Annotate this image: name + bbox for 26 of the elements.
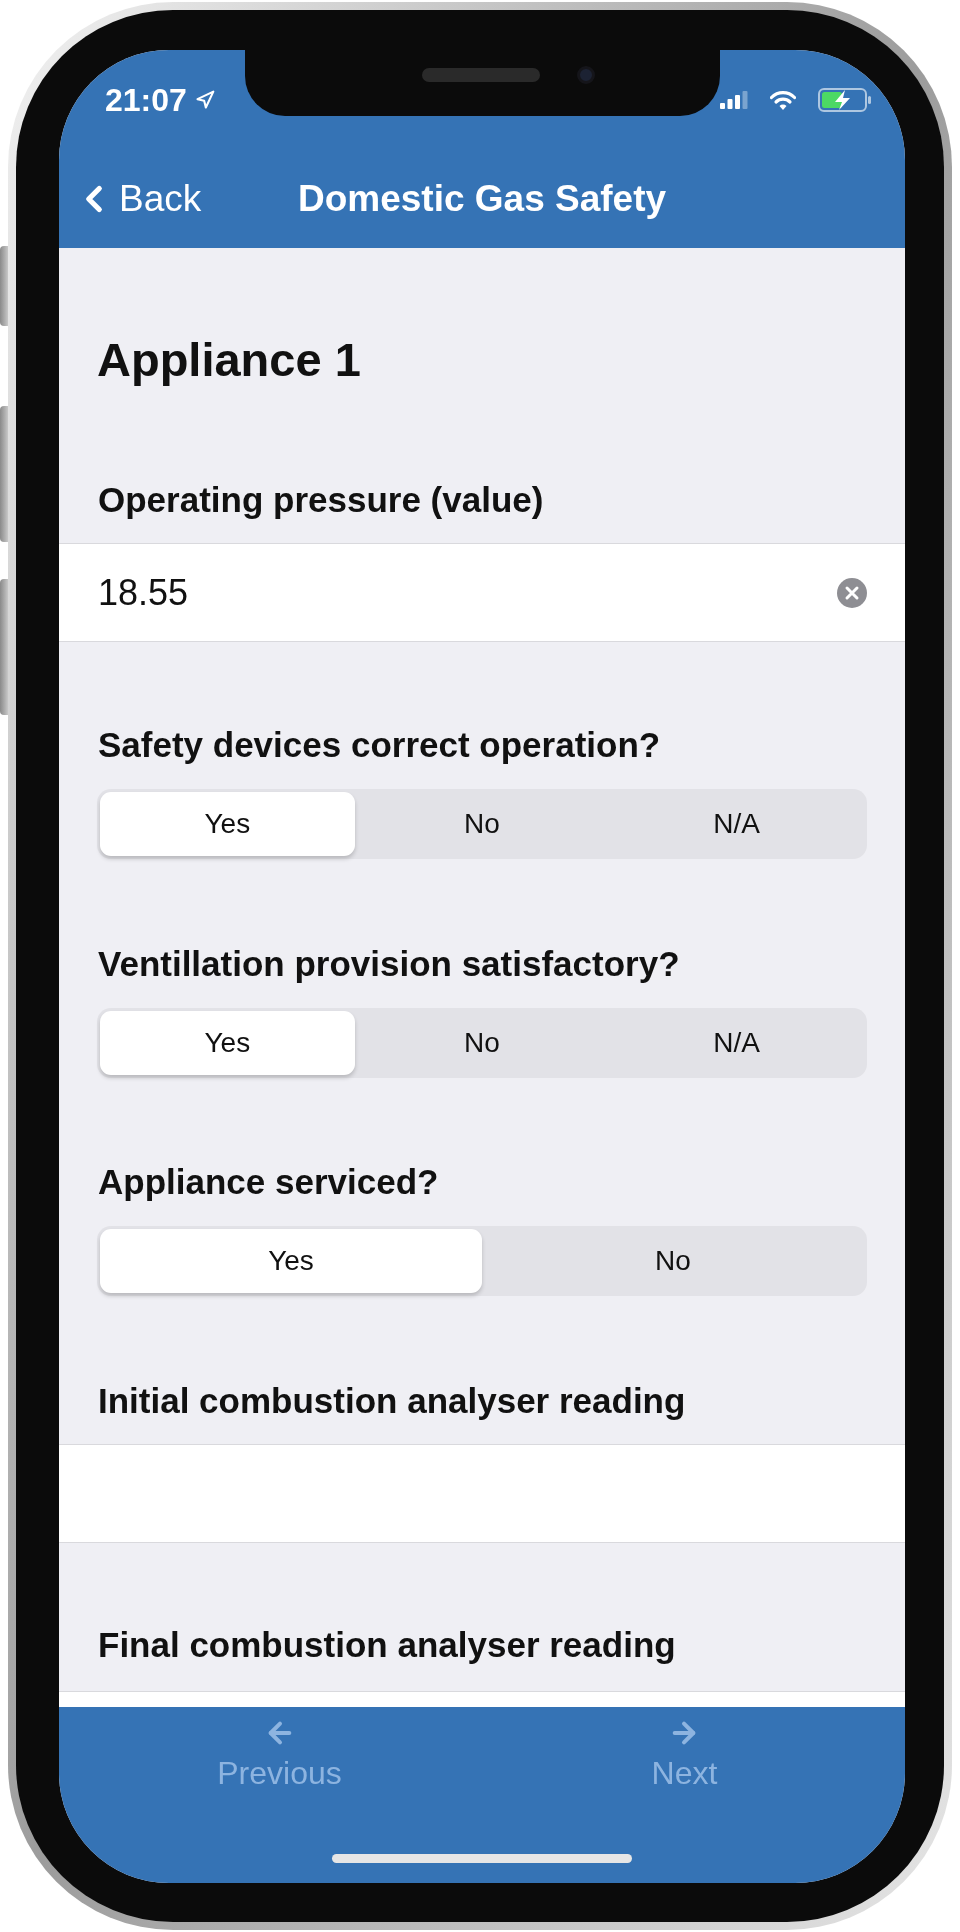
- input-field[interactable]: [59, 1444, 905, 1543]
- segment-option[interactable]: No: [354, 792, 610, 856]
- wifi-icon: [770, 90, 796, 110]
- back-button[interactable]: Back: [59, 171, 202, 227]
- field-label: Safety devices correct operation?: [97, 724, 662, 766]
- field-label: Ventillation provision satisfactory?: [97, 943, 681, 985]
- clear-icon[interactable]: [837, 577, 867, 608]
- location-arrow-icon: [194, 90, 215, 110]
- field-label: Final combustion analyser reading: [97, 1624, 677, 1666]
- screen-title: Domestic Gas Safety: [297, 177, 667, 222]
- field-label: Initial combustion analyser reading: [97, 1380, 687, 1422]
- segment-option[interactable]: N/A: [609, 1011, 864, 1075]
- field-label: Appliance serviced?: [97, 1161, 440, 1203]
- section-heading: Appliance 1: [96, 332, 362, 388]
- camera-lens: [577, 66, 595, 84]
- input-field[interactable]: 18.55: [59, 543, 905, 642]
- field-label: Operating pressure (value): [97, 479, 545, 521]
- segment-option[interactable]: No: [482, 1229, 864, 1293]
- signal-bars-icon: [720, 91, 748, 109]
- battery-charging-icon: [818, 88, 872, 112]
- segment-option[interactable]: Yes: [100, 1229, 482, 1293]
- segment-option[interactable]: Yes: [100, 1011, 355, 1075]
- segment-option[interactable]: Yes: [100, 792, 355, 856]
- segment-option[interactable]: No: [354, 1011, 610, 1075]
- status-time: 21:07: [105, 81, 187, 120]
- segment-option[interactable]: N/A: [609, 792, 864, 856]
